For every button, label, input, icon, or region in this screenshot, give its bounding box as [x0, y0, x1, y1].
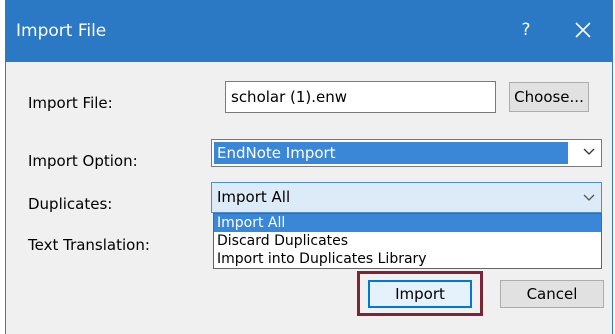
help-button[interactable]: ? — [514, 16, 538, 44]
dropdown-option-discard-duplicates[interactable]: Discard Duplicates — [214, 232, 601, 250]
cancel-button[interactable]: Cancel — [500, 280, 604, 308]
import-option-value: EndNote Import — [214, 142, 568, 164]
import-option-select[interactable]: EndNote Import — [211, 139, 602, 167]
text-translation-label: Text Translation: — [28, 236, 150, 254]
screenshot-frame: Import File ? Import File: scholar (1).e… — [0, 0, 615, 334]
duplicates-select[interactable]: Import All — [211, 182, 602, 213]
choose-button[interactable]: Choose... — [509, 82, 589, 112]
close-button[interactable] — [568, 16, 598, 44]
duplicates-label: Duplicates: — [28, 195, 113, 213]
import-file-label: Import File: — [28, 94, 113, 112]
duplicates-dropdown-list: Import All Discard Duplicates Import int… — [213, 213, 602, 269]
import-option-label: Import Option: — [28, 152, 138, 170]
chevron-down-icon — [583, 148, 595, 155]
dropdown-option-import-all[interactable]: Import All — [214, 214, 601, 232]
chevron-down-icon — [583, 194, 595, 201]
import-button[interactable]: Import — [368, 280, 472, 308]
dialog-title: Import File — [16, 21, 107, 41]
dropdown-option-import-into-duplicates-library[interactable]: Import into Duplicates Library — [214, 250, 601, 268]
import-file-dialog: Import File ? Import File: scholar (1).e… — [5, 0, 613, 334]
close-icon — [575, 22, 591, 38]
import-file-input[interactable]: scholar (1).enw — [225, 81, 496, 113]
duplicates-value: Import All — [217, 188, 291, 206]
title-bar[interactable]: Import File ? — [6, 0, 612, 62]
